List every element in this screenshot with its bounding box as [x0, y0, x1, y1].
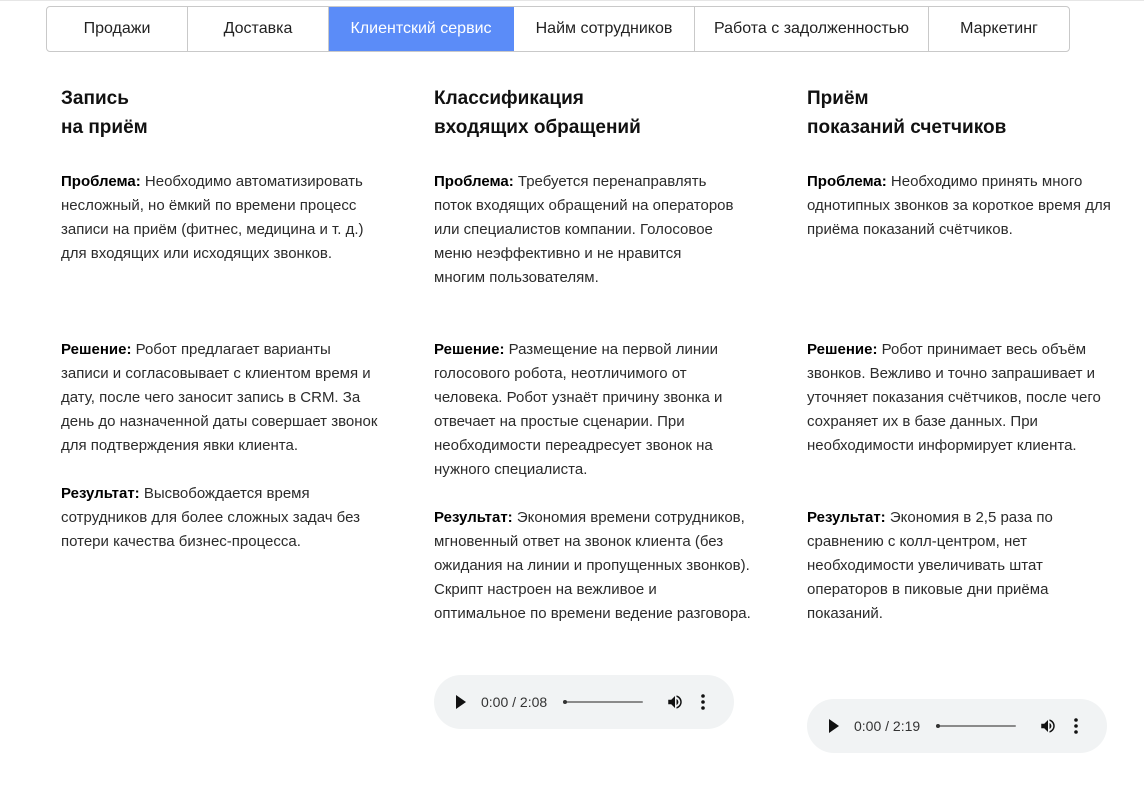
result-text: Результат: Экономия времени сотрудников,… — [434, 506, 752, 626]
result-label: Результат: — [434, 509, 513, 526]
problem-label: Проблема: — [61, 173, 141, 190]
result-label: Результат: — [61, 485, 140, 502]
case-title-line1: Приём — [807, 88, 869, 109]
case-title-line2: на приём — [61, 117, 148, 138]
audio-player: 0:00 / 2:08 — [434, 675, 734, 729]
case-inbound-classification: Классификация входящих обращений Проблем… — [434, 84, 764, 622]
case-title: Запись на приём — [61, 84, 391, 142]
audio-progress-slider[interactable] — [563, 700, 643, 704]
problem-text: Проблема: Требуется перенаправлять поток… — [434, 170, 734, 290]
solution-text: Решение: Робот принимает весь объём звон… — [807, 338, 1117, 458]
play-icon[interactable] — [827, 719, 841, 733]
case-meter-readings: Приём показаний счетчиков Проблема: Необ… — [807, 84, 1137, 622]
volume-icon[interactable] — [1038, 716, 1058, 736]
result-text: Результат: Высвобождается время сотрудни… — [61, 482, 361, 554]
progress-thumb[interactable] — [563, 700, 567, 704]
volume-icon[interactable] — [665, 692, 685, 712]
category-tabs: Продажи Доставка Клиентский сервис Найм … — [46, 6, 1070, 52]
tab-customer-service[interactable]: Клиентский сервис — [329, 7, 514, 51]
case-appointment-booking: Запись на приём Проблема: Необходимо авт… — [61, 84, 391, 550]
solution-text: Решение: Размещение на первой линии голо… — [434, 338, 752, 482]
problem-text: Проблема: Необходимо автоматизировать не… — [61, 170, 371, 266]
solution-text: Решение: Робот предлагает варианты запис… — [61, 338, 381, 458]
case-title-line2: входящих обращений — [434, 117, 641, 138]
problem-text: Проблема: Необходимо принять много однот… — [807, 170, 1117, 242]
audio-time: 0:00 / 2:19 — [854, 718, 921, 734]
more-vertical-icon[interactable] — [697, 692, 709, 712]
audio-time: 0:00 / 2:08 — [481, 694, 548, 710]
solution-body: Размещение на первой линии голосового ро… — [434, 341, 723, 478]
top-divider — [0, 0, 1144, 1]
tab-debt-collection[interactable]: Работа с задолженностью — [695, 7, 929, 51]
solution-label: Решение: — [434, 341, 505, 358]
progress-track — [563, 701, 643, 703]
result-label: Результат: — [807, 509, 886, 526]
solution-label: Решение: — [61, 341, 132, 358]
progress-track — [936, 725, 1016, 727]
solution-label: Решение: — [807, 341, 878, 358]
tab-delivery[interactable]: Доставка — [188, 7, 329, 51]
audio-progress-slider[interactable] — [936, 724, 1016, 728]
case-title: Приём показаний счетчиков — [807, 84, 1137, 142]
case-title-line2: показаний счетчиков — [807, 117, 1007, 138]
progress-thumb[interactable] — [936, 724, 940, 728]
play-icon[interactable] — [454, 695, 468, 709]
result-text: Результат: Экономия в 2,5 раза по сравне… — [807, 506, 1077, 626]
more-vertical-icon[interactable] — [1070, 716, 1082, 736]
case-title-line1: Классификация — [434, 88, 584, 109]
audio-player: 0:00 / 2:19 — [807, 699, 1107, 753]
case-title: Классификация входящих обращений — [434, 84, 764, 142]
case-title-line1: Запись — [61, 88, 129, 109]
tab-marketing[interactable]: Маркетинг — [929, 7, 1069, 51]
problem-label: Проблема: — [807, 173, 887, 190]
tab-sales[interactable]: Продажи — [47, 7, 188, 51]
problem-label: Проблема: — [434, 173, 514, 190]
tab-hiring[interactable]: Найм сотрудников — [514, 7, 695, 51]
